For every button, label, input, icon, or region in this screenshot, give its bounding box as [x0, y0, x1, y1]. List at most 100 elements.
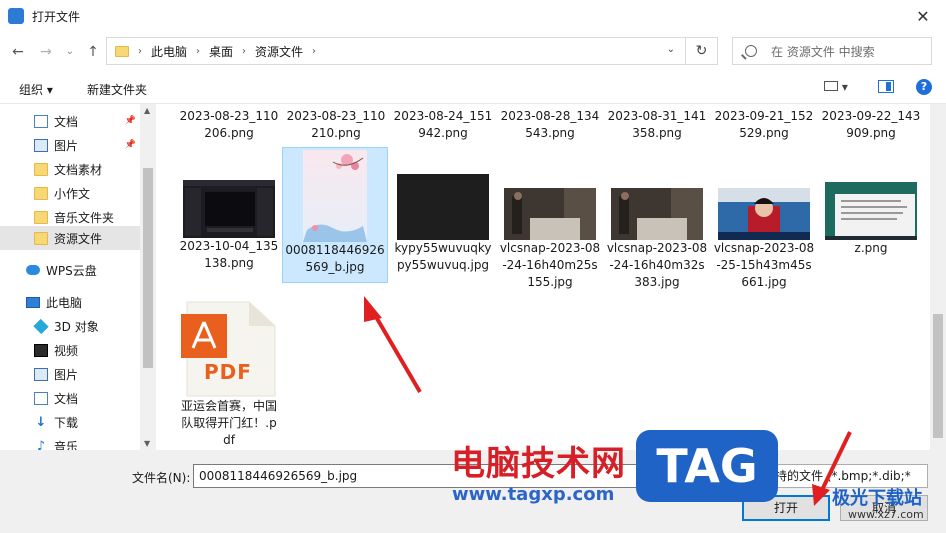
sidebar-item-wps-cloud[interactable]: WPS云盘 [0, 258, 140, 282]
navigation-bar: ← → ⌄ ↑ › 此电脑 › 桌面 › 资源文件 › ⌄ ↻ 在 资源文件 中… [0, 34, 946, 68]
file-list-scrollbar[interactable] [930, 104, 946, 450]
sidebar-item-label: 此电脑 [46, 295, 83, 310]
file-item[interactable]: 2023-09-22_143909.png [818, 108, 924, 142]
folder-icon [34, 186, 48, 200]
watermark-logo: TAG [636, 430, 778, 502]
watermark-site: 极光下载站 [832, 488, 922, 509]
file-name: vlcsnap-2023-08-24-16h40m25s155.jpg [499, 241, 601, 289]
image-thumbnail [825, 182, 917, 240]
new-folder-button[interactable]: 新建文件夹 [87, 81, 147, 98]
scroll-up-icon[interactable]: ▲ [144, 106, 150, 115]
file-item[interactable]: vlcsnap-2023-08-24-16h40m25s155.jpg [497, 188, 603, 291]
image-thumbnail [504, 188, 596, 240]
sidebar-item-label: 音乐 [54, 439, 79, 451]
file-item[interactable]: 2023-09-21_152529.png [711, 108, 817, 142]
download-icon: ↓ [35, 414, 47, 430]
pin-icon[interactable]: 📌 [125, 116, 136, 126]
up-button[interactable]: ↑ [83, 42, 103, 62]
sidebar-item-3d-objects[interactable]: 3D 对象 [0, 314, 140, 338]
sidebar-item-downloads[interactable]: ↓ 下载 [0, 410, 140, 434]
image-thumbnail [303, 150, 367, 242]
refresh-button[interactable]: ↻ [685, 38, 717, 64]
back-button[interactable]: ← [8, 42, 28, 62]
sidebar-item-this-pc[interactable]: 此电脑 [0, 290, 140, 314]
picture-icon [34, 138, 48, 152]
file-item-selected[interactable]: 0008118446926569_b.jpg [282, 147, 388, 283]
file-item[interactable]: kypy55wuvuqkypy55wuvuq.jpg [390, 174, 496, 274]
file-item[interactable]: vlcsnap-2023-08-24-16h40m32s383.jpg [604, 188, 710, 291]
sidebar-item-documents-pc[interactable]: 文档 [0, 386, 140, 410]
window-title: 打开文件 [32, 9, 81, 24]
chevron-down-icon[interactable]: ⌄ [667, 44, 675, 55]
filename-label: 文件名(N): [132, 471, 191, 485]
watermark-text: 电脑技术网 [451, 444, 626, 484]
file-item[interactable]: 2023-08-24_151942.png [390, 108, 496, 142]
close-button[interactable]: ✕ [900, 0, 946, 32]
file-name: vlcsnap-2023-08-24-16h40m32s383.jpg [606, 241, 708, 289]
sidebar-item-label: 视频 [54, 343, 79, 358]
command-toolbar: 组织 ▾ 新建文件夹 ▾ ? [0, 72, 946, 104]
help-button[interactable]: ? [916, 79, 932, 95]
preview-pane-icon [878, 80, 894, 93]
sidebar-item-label: 下载 [54, 415, 79, 430]
sidebar-item-label: 音乐文件夹 [54, 210, 115, 225]
folder-icon [34, 231, 48, 245]
pin-icon[interactable]: 📌 [125, 140, 136, 150]
file-list: 2023-08-23_110206.png 2023-08-23_110210.… [164, 104, 928, 450]
sidebar-item-documents[interactable]: 文档 📌 [0, 109, 140, 133]
change-view-button[interactable]: ▾ [824, 80, 848, 94]
watermark-site-url: www.xz7.com [848, 508, 924, 521]
sidebar-item-videos[interactable]: 视频 [0, 338, 140, 362]
folder-icon [34, 210, 48, 224]
file-item[interactable]: 2023-08-23_110206.png [176, 108, 282, 142]
file-item[interactable]: vlcsnap-2023-08-25-15h43m45s661.jpg [711, 188, 817, 291]
file-name: 2023-08-28_134543.png [500, 109, 600, 140]
forward-button[interactable]: → [36, 42, 56, 62]
search-input[interactable]: 在 资源文件 中搜索 [732, 37, 932, 65]
music-icon: ♪ [36, 438, 46, 451]
sidebar-scrollbar[interactable]: ▲ ▼ [140, 104, 156, 450]
search-icon [745, 45, 757, 57]
chevron-right-icon: › [312, 45, 317, 57]
sidebar-item-resources[interactable]: 资源文件 [0, 226, 140, 250]
address-bar[interactable]: › 此电脑 › 桌面 › 资源文件 › ⌄ ↻ [106, 37, 718, 65]
image-thumbnail [718, 188, 810, 240]
file-name: 2023-08-23_110206.png [179, 109, 279, 140]
picture-icon [34, 367, 48, 381]
scrollbar-thumb[interactable] [933, 314, 943, 438]
view-icon [824, 81, 838, 91]
file-item[interactable]: 2023-08-28_134543.png [497, 108, 603, 142]
recent-locations-button[interactable]: ⌄ [60, 42, 80, 62]
file-name: 2023-08-24_151942.png [393, 109, 493, 140]
file-item[interactable]: PDF 亚运会首赛，中国队取得开门红！.pdf [176, 300, 282, 449]
breadcrumb-this-pc[interactable]: 此电脑 [151, 43, 187, 60]
image-thumbnail [183, 180, 275, 238]
image-thumbnail [611, 188, 703, 240]
sidebar-item-pictures[interactable]: 图片 📌 [0, 133, 140, 157]
sidebar-item-label: 图片 [54, 138, 79, 153]
sidebar-item-essay[interactable]: 小作文 [0, 181, 140, 205]
preview-pane-button[interactable] [878, 80, 894, 96]
breadcrumb-resources[interactable]: 资源文件 [255, 43, 303, 60]
sidebar-item-music[interactable]: ♪ 音乐 [0, 434, 140, 451]
sidebar-item-doc-materials[interactable]: 文档素材 [0, 157, 140, 181]
computer-icon [26, 296, 40, 308]
file-item[interactable]: 2023-08-31_141358.png [604, 108, 710, 142]
folder-icon [115, 45, 129, 57]
sidebar-item-pictures-pc[interactable]: 图片 [0, 362, 140, 386]
file-name: 亚运会首赛，中国队取得开门红！.pdf [180, 399, 277, 447]
sidebar-item-label: 3D 对象 [54, 319, 99, 334]
breadcrumb-desktop[interactable]: 桌面 [209, 43, 233, 60]
file-name: 0008118446926569_b.jpg [285, 243, 385, 274]
title-bar: 打开文件 ✕ [0, 0, 946, 32]
file-item[interactable]: z.png [818, 182, 924, 257]
organize-button[interactable]: 组织 ▾ [19, 81, 53, 98]
file-name: 2023-08-31_141358.png [607, 109, 707, 140]
scroll-down-icon[interactable]: ▼ [144, 439, 150, 448]
search-placeholder: 在 资源文件 中搜索 [771, 44, 875, 59]
scrollbar-thumb[interactable] [143, 168, 153, 368]
file-name: z.png [854, 241, 888, 255]
help-icon: ? [916, 79, 932, 95]
file-item[interactable]: 2023-08-23_110210.png [283, 108, 389, 142]
file-item[interactable]: 2023-10-04_135138.png [176, 180, 282, 272]
